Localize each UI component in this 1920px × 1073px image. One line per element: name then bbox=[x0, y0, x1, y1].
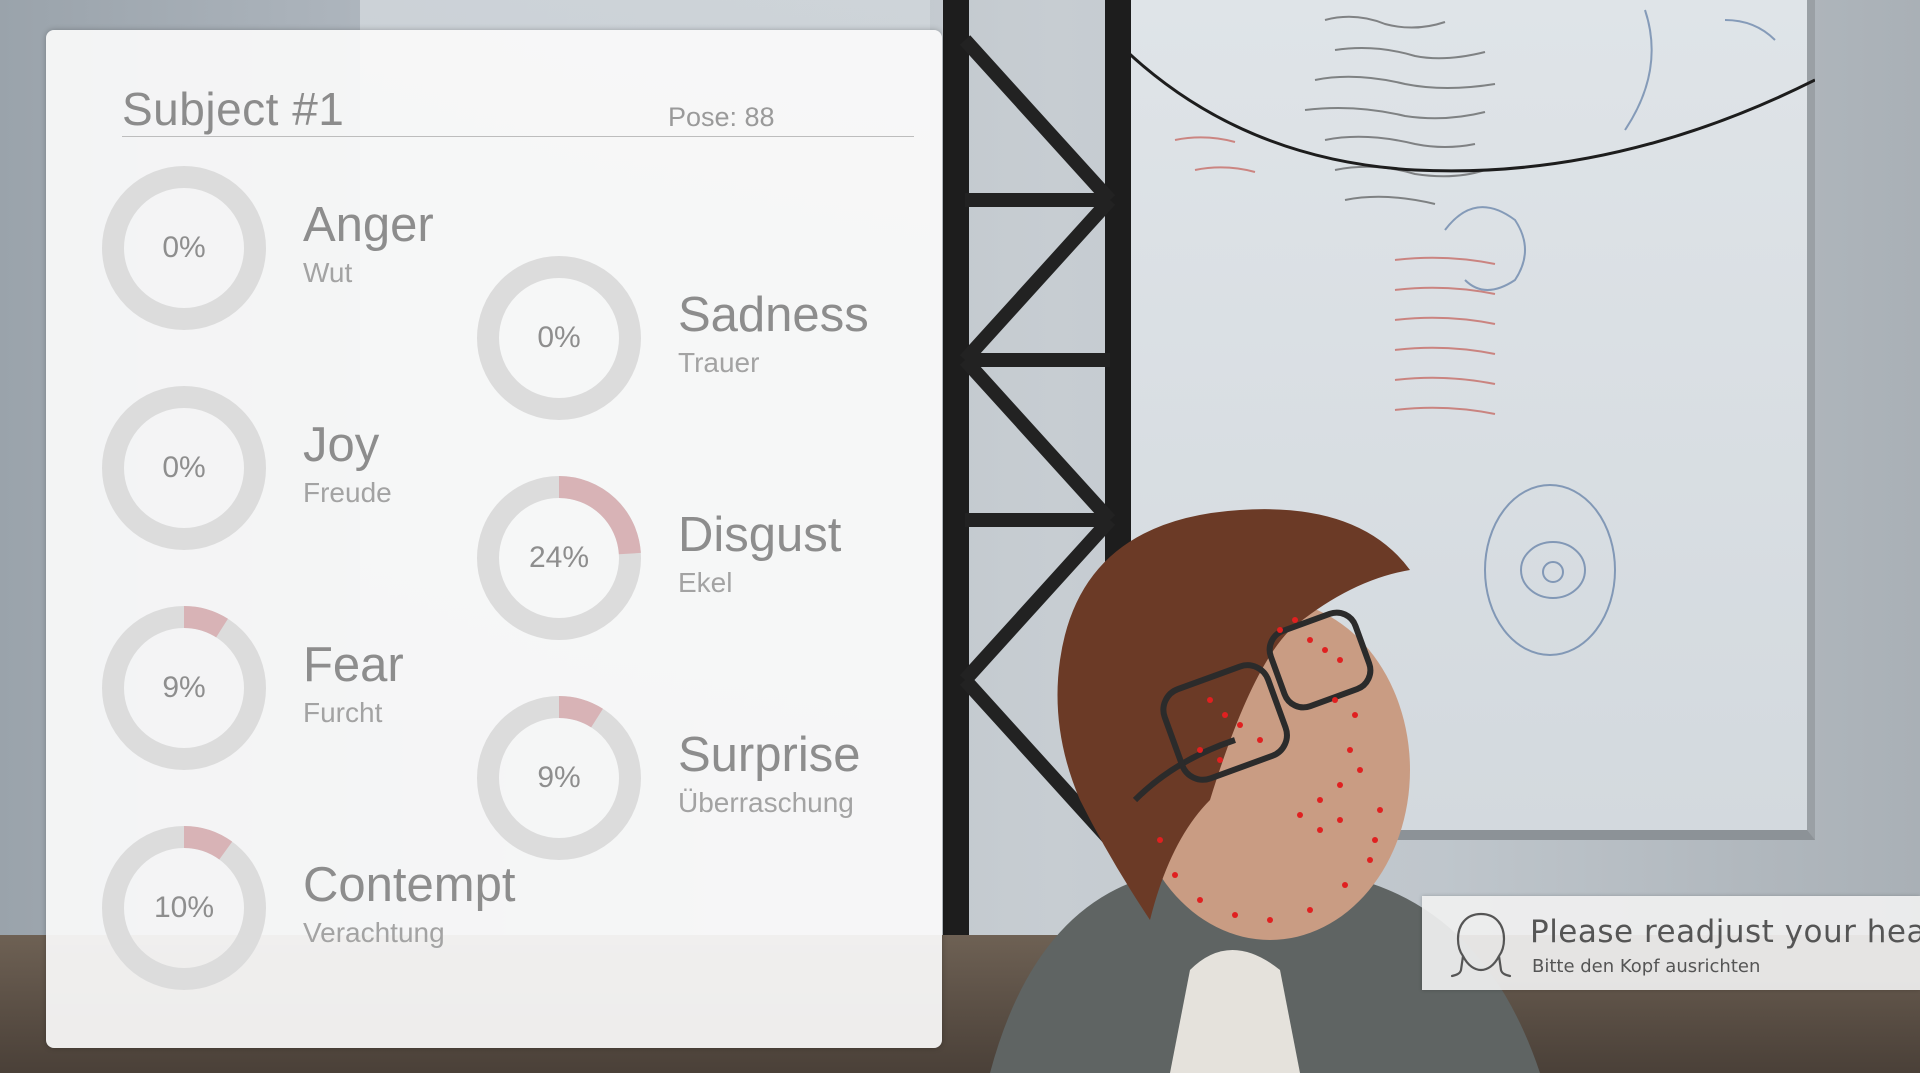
anger-label: Anger bbox=[303, 198, 434, 252]
contempt-percent: 10% bbox=[153, 891, 215, 924]
head-outline-icon bbox=[1450, 912, 1512, 978]
surprise-percent: 9% bbox=[537, 761, 581, 794]
header-divider bbox=[122, 136, 914, 137]
pose-readout: Pose: 88 bbox=[668, 102, 775, 132]
disgust-label-german: Ekel bbox=[678, 567, 733, 598]
fear-percent: 9% bbox=[162, 671, 206, 704]
notification-subtitle: Bitte den Kopf ausrichten bbox=[1532, 956, 1761, 977]
anger-label-german: Wut bbox=[303, 257, 353, 288]
emotion-disgust: 24% Disgust Ekel bbox=[476, 475, 906, 645]
anger-percent: 0% bbox=[162, 231, 206, 264]
fear-label-german: Furcht bbox=[303, 697, 383, 728]
sadness-percent: 0% bbox=[537, 321, 581, 354]
joy-label-german: Freude bbox=[303, 477, 392, 508]
emotion-surprise: 9% Surprise Überraschung bbox=[476, 695, 906, 865]
contempt-label: Contempt bbox=[303, 858, 516, 912]
notification-title: Please readjust your head bbox=[1530, 914, 1920, 950]
emotion-joy: 0% Joy Freude bbox=[101, 385, 531, 555]
fear-label: Fear bbox=[303, 638, 404, 692]
emotion-panel: Subject #1 Pose: 88 0% Anger Wut 0% Joy … bbox=[46, 30, 942, 1048]
disgust-percent: 24% bbox=[528, 541, 590, 574]
surprise-label: Surprise bbox=[678, 728, 861, 782]
sadness-label: Sadness bbox=[678, 288, 869, 342]
disgust-label: Disgust bbox=[678, 508, 842, 562]
emotion-fear: 9% Fear Furcht bbox=[101, 605, 531, 775]
readjust-head-notification: Please readjust your head Bitte den Kopf… bbox=[1422, 896, 1920, 990]
emotion-sadness: 0% Sadness Trauer bbox=[476, 255, 906, 425]
sadness-label-german: Trauer bbox=[678, 347, 760, 378]
surprise-label-german: Überraschung bbox=[678, 787, 854, 818]
joy-percent: 0% bbox=[162, 451, 206, 484]
subject-title: Subject #1 bbox=[122, 83, 345, 135]
emotion-contempt: 10% Contempt Verachtung bbox=[101, 825, 531, 995]
joy-label: Joy bbox=[303, 418, 380, 472]
emotion-anger: 0% Anger Wut bbox=[101, 165, 531, 335]
contempt-label-german: Verachtung bbox=[303, 917, 445, 948]
